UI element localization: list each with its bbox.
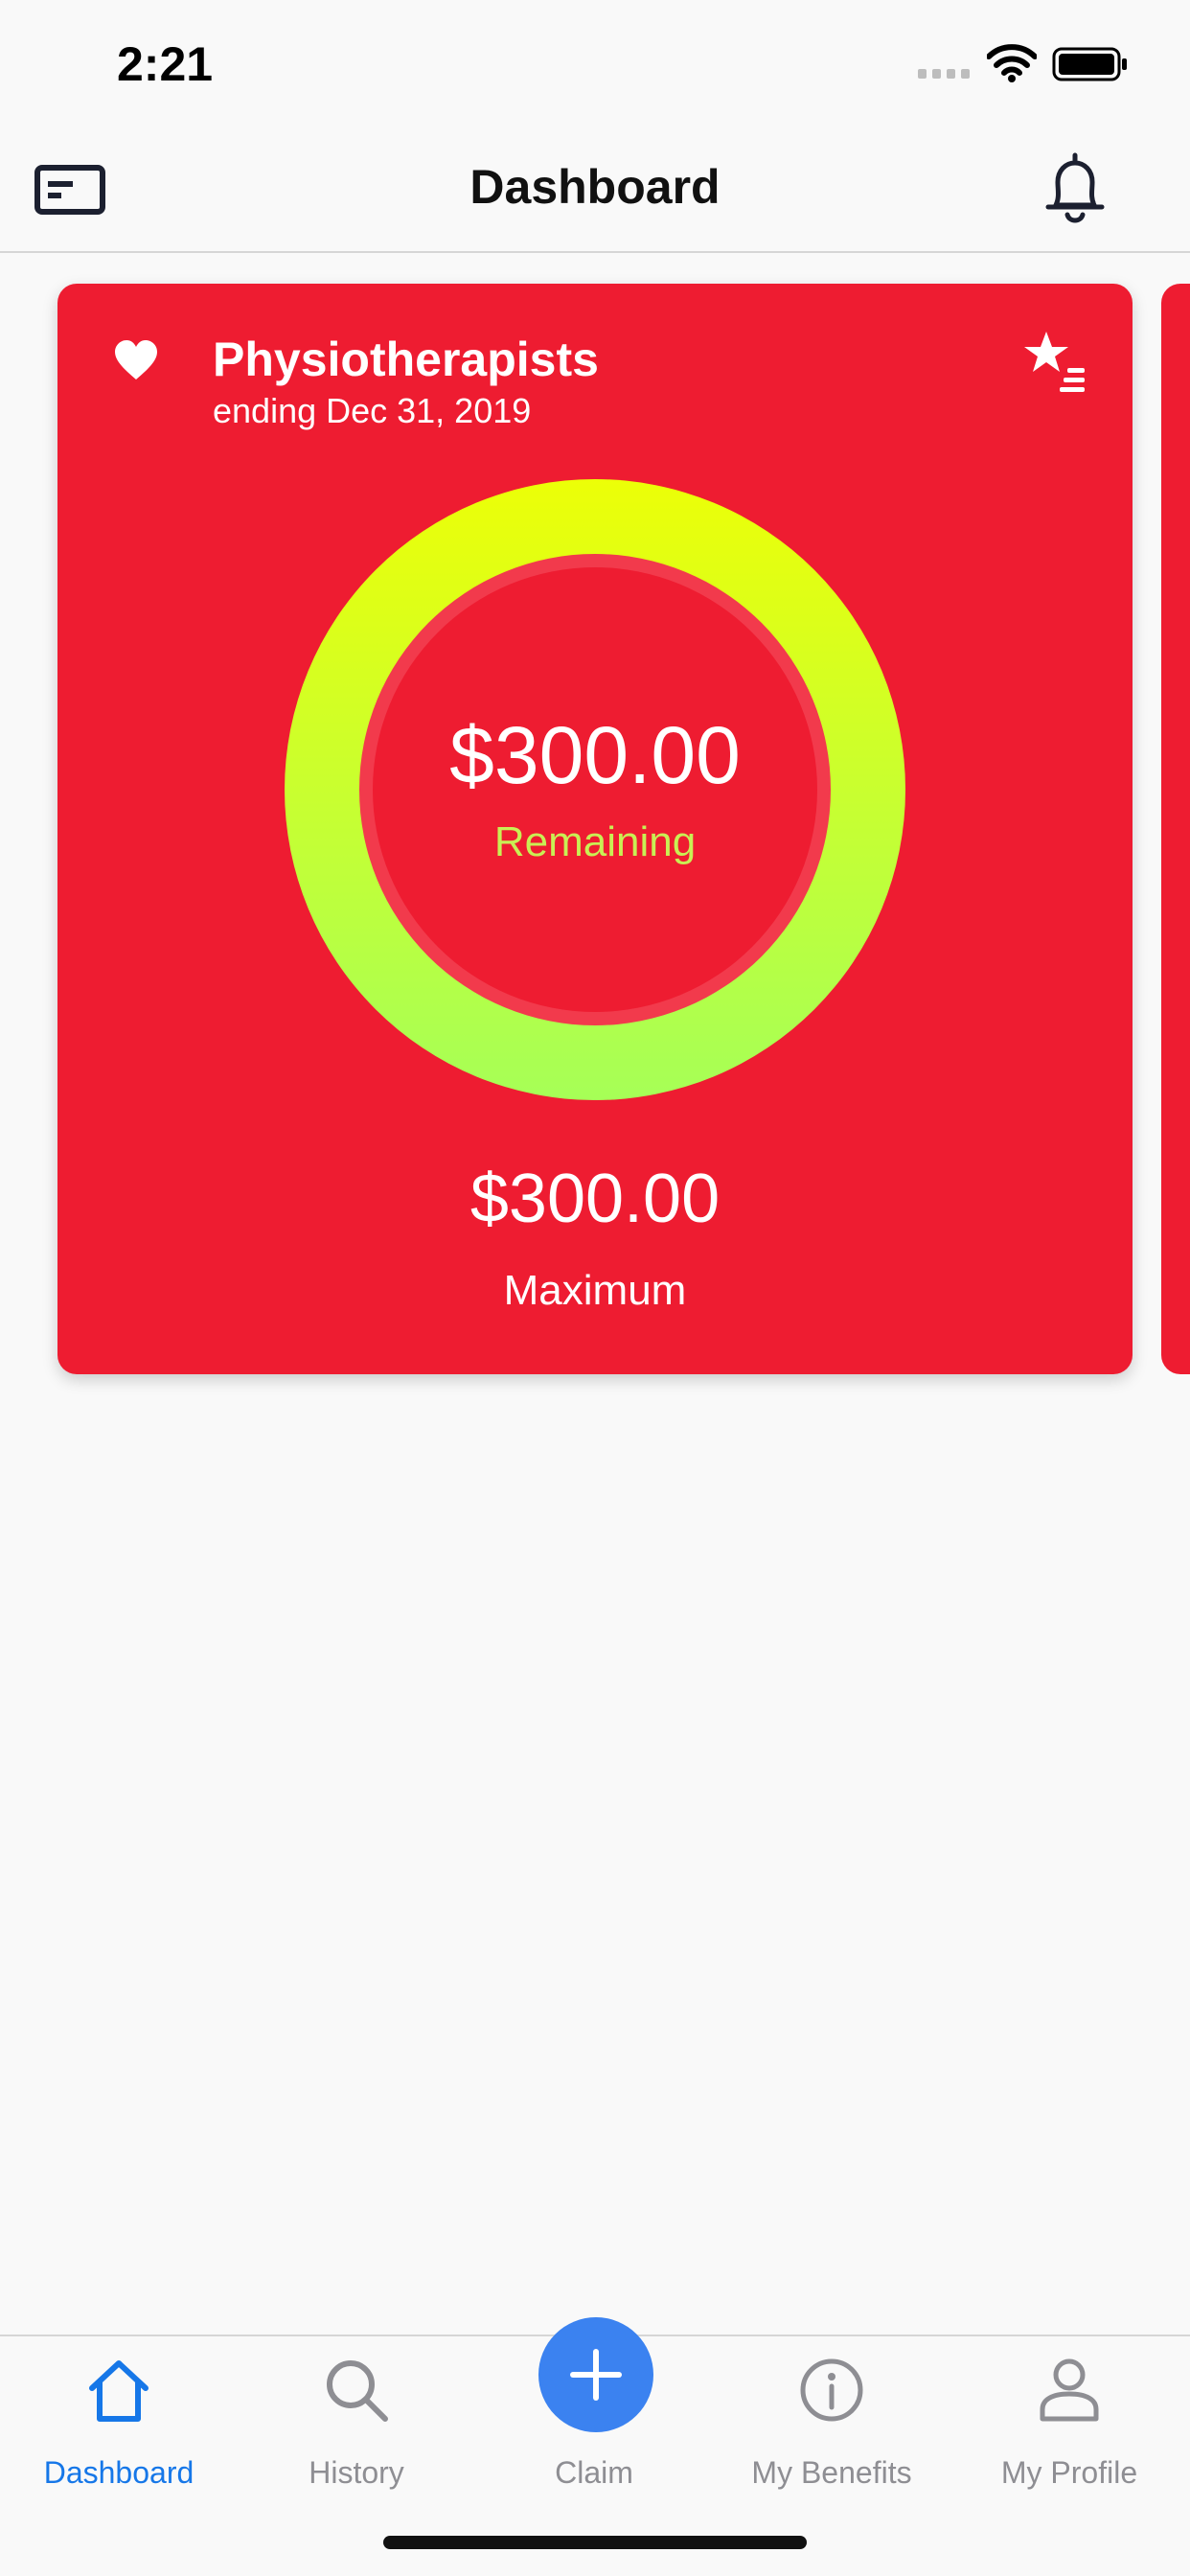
navigation-bar: Dashboard [0, 125, 1190, 253]
remaining-label: Remaining [493, 818, 697, 865]
status-time: 2:21 [117, 37, 214, 91]
info-icon [800, 2358, 863, 2422]
tab-claim[interactable]: Claim [475, 2317, 713, 2499]
signal-icon [918, 69, 970, 79]
tab-history[interactable]: History [238, 2336, 475, 2499]
wifi-icon [987, 44, 1037, 82]
bell-icon[interactable] [1039, 150, 1111, 226]
tab-label: History [309, 2455, 404, 2490]
person-icon [1040, 2358, 1099, 2422]
maximum-amount: $300.00 [469, 1161, 721, 1237]
tab-my-profile[interactable]: My Profile [950, 2336, 1188, 2499]
claim-button[interactable] [538, 2317, 653, 2432]
remaining-amount: $300.00 [449, 710, 741, 800]
tab-my-benefits[interactable]: My Benefits [713, 2336, 950, 2499]
battery-icon [1052, 47, 1127, 81]
tab-label: My Profile [1000, 2455, 1138, 2490]
search-icon [327, 2360, 388, 2422]
home-indicator [383, 2536, 807, 2549]
tab-label: Claim [555, 2455, 633, 2490]
tab-label: Dashboard [43, 2455, 195, 2490]
status-bar: 2:21 [0, 0, 1190, 125]
tab-label: My Benefits [751, 2455, 912, 2490]
next-benefit-card[interactable] [1161, 284, 1190, 1374]
dashboard-screen: 2:21 Dashboard Physiotherapists ending D… [0, 0, 1190, 2576]
benefit-card[interactable]: Physiotherapists ending Dec 31, 2019 $30… [57, 284, 1133, 1374]
maximum-label: Maximum [503, 1267, 687, 1314]
benefit-period: ending Dec 31, 2019 [213, 391, 532, 430]
heart-icon [115, 340, 157, 380]
benefit-title: Physiotherapists [213, 333, 599, 386]
tab-dashboard[interactable]: Dashboard [0, 2336, 238, 2499]
favorites-list-icon[interactable] [1023, 330, 1094, 397]
plus-icon [570, 2349, 622, 2401]
page-title: Dashboard [469, 160, 721, 214]
home-icon [89, 2360, 149, 2422]
